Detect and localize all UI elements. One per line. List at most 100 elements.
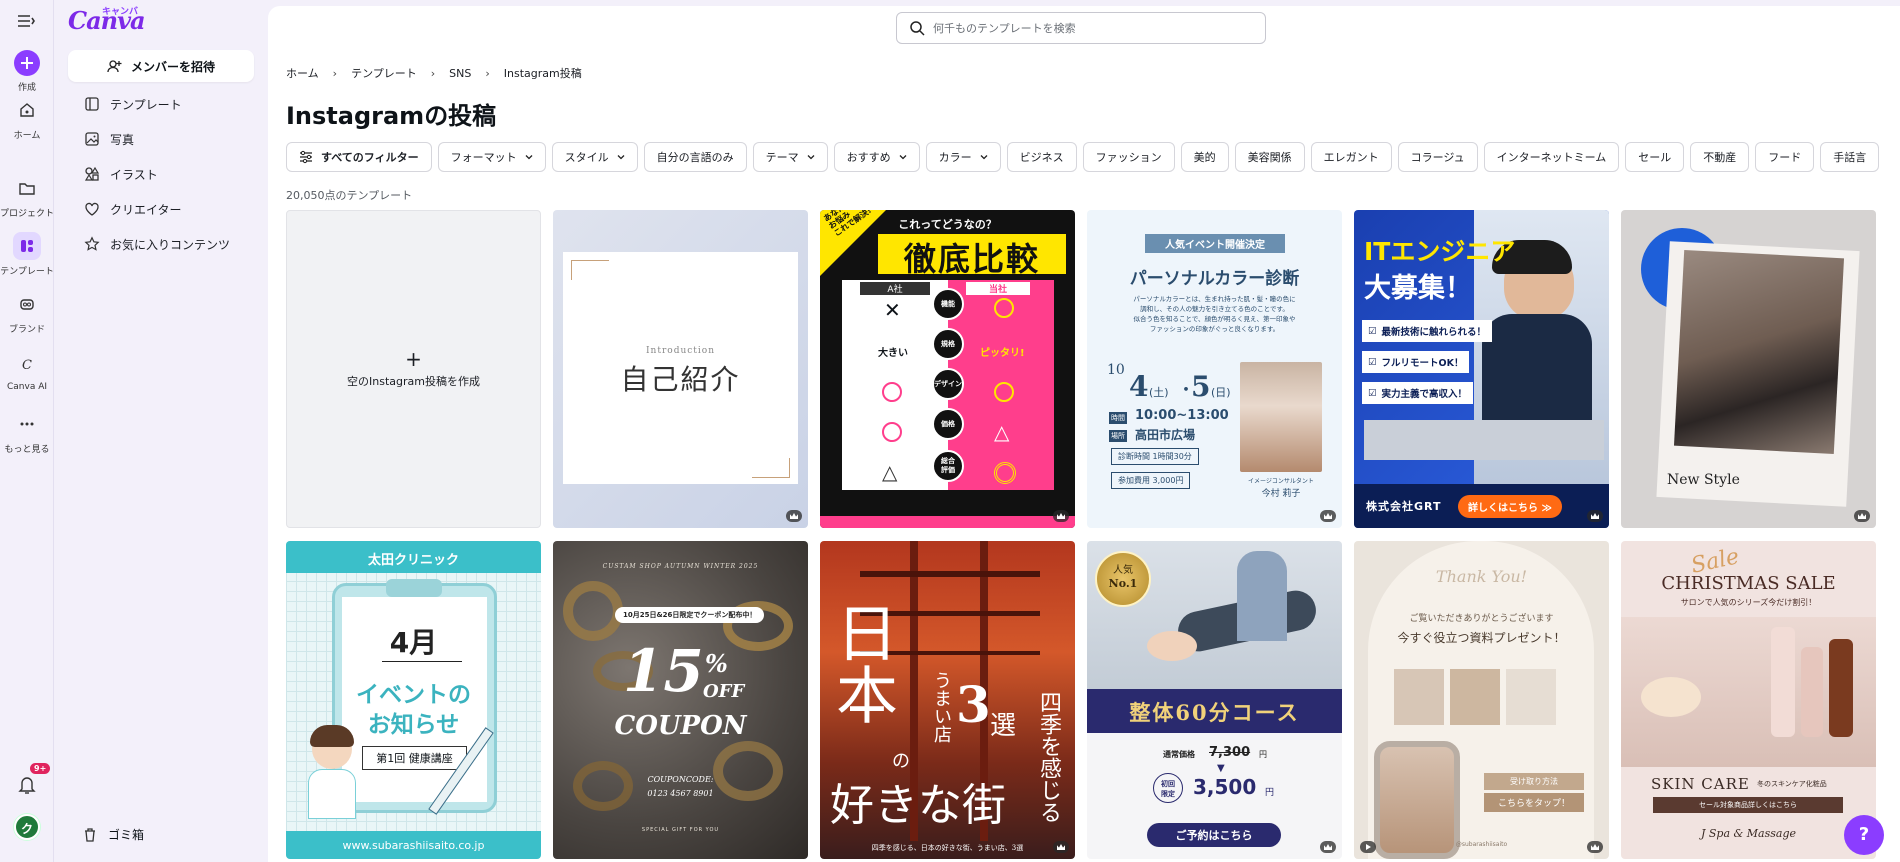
- rail-home[interactable]: ホーム: [0, 96, 54, 141]
- filter-chip[interactable]: スタイル: [551, 142, 638, 172]
- sidebar-toggle-icon[interactable]: [16, 12, 36, 30]
- canva-logo[interactable]: Canva キャンバ: [68, 6, 146, 35]
- template-card-coupon[interactable]: CUSTAM SHOP AUTUMN WINTER 2025 10月25日&26…: [553, 541, 808, 859]
- chevron-right-icon: ›: [332, 66, 338, 80]
- filter-chip[interactable]: ビジネス: [1006, 142, 1077, 172]
- premium-crown-icon: [1320, 841, 1336, 853]
- breadcrumb-templates[interactable]: テンプレート: [351, 65, 417, 81]
- chevron-down-icon: [525, 155, 533, 160]
- filter-chip[interactable]: 美的: [1180, 142, 1229, 172]
- template-card-it-engineer[interactable]: ITエンジニア 大募集！ ☑ 最新技術に触れられる！ ☑ フルリモートOK！ ☑ 実力主義…: [1354, 210, 1609, 528]
- help-button[interactable]: ?: [1844, 815, 1884, 855]
- rail-more[interactable]: もっと見る: [0, 410, 54, 455]
- premium-crown-icon: [1587, 841, 1603, 853]
- canva-ai-icon: C: [13, 350, 41, 378]
- premium-crown-icon: [1587, 510, 1603, 522]
- nav-favorites[interactable]: お気に入りコンテンツ: [84, 234, 230, 254]
- checklist-item: ☑ 最新技術に触れられる！: [1362, 320, 1493, 342]
- template-card-personal-color[interactable]: 人気イベント開催決定 パーソナルカラー診断 パーソナルカラーとは、生まれ持った肌…: [1087, 210, 1342, 528]
- filter-chip[interactable]: おすすめ: [833, 142, 920, 172]
- brand-icon: [13, 290, 41, 318]
- nav-illustrations[interactable]: イラスト: [84, 164, 158, 184]
- template-card-self-intro[interactable]: Introduction 自己紹介: [553, 210, 808, 528]
- all-filters-button[interactable]: すべてのフィルター: [286, 142, 432, 172]
- heart-star-icon: [85, 202, 99, 216]
- rail-templates[interactable]: テンプレート: [0, 232, 54, 277]
- star-icon: [84, 236, 100, 251]
- nav-creators[interactable]: クリエイター: [84, 199, 182, 219]
- create-label: 作成: [17, 83, 36, 93]
- avatar[interactable]: ク: [14, 814, 40, 840]
- checklist-item: ☑ 実力主義で高収入！: [1362, 382, 1474, 404]
- filter-chip[interactable]: コラージュ: [1397, 142, 1478, 172]
- template-card-thank-you[interactable]: Thank You! ご覧いただきありがとうございます 今すぐ役立つ資料プレゼン…: [1354, 541, 1609, 859]
- comparison-row-label: 価格: [932, 408, 964, 440]
- comparison-row-label: 規格: [932, 328, 964, 360]
- home-icon: [13, 96, 41, 124]
- template-count: 20,050点のテンプレート: [286, 189, 413, 202]
- chevron-down-icon: [617, 155, 625, 160]
- checkbox-icon: ☑: [1368, 356, 1377, 368]
- add-user-icon: [107, 60, 122, 73]
- template-card-japan-town[interactable]: 日本 の 好きな街 うまい店 3 選 四季を感じる 四季を感じる、日本の好きな街…: [820, 541, 1075, 859]
- comparison-row-label: デザイン: [932, 368, 964, 400]
- trash-icon: [85, 827, 95, 842]
- nav-photos[interactable]: 写真: [84, 129, 134, 149]
- premium-crown-icon: [1320, 510, 1336, 522]
- chevron-down-icon: [899, 155, 907, 160]
- more-dots-icon: [13, 410, 41, 438]
- search-input[interactable]: 何千ものテンプレートを検索: [896, 12, 1266, 44]
- filter-chip[interactable]: エレガント: [1310, 142, 1392, 172]
- create-blank-card[interactable]: + 空のInstagram投稿を作成: [286, 210, 541, 528]
- nav-templates[interactable]: テンプレート: [84, 94, 182, 114]
- svg-text:C: C: [22, 358, 32, 373]
- rail-canva-ai[interactable]: C Canva AI: [0, 350, 54, 392]
- photo-icon: [85, 132, 99, 146]
- template-card-seitai[interactable]: 人気 No.1 整体60分コース 通常価格 7,300 円 ▼ 初回 限定 3,…: [1087, 541, 1342, 859]
- breadcrumb: ホーム › テンプレート › SNS › Instagram投稿: [286, 65, 582, 81]
- template-card-new-style[interactable]: New Style: [1621, 210, 1876, 528]
- filter-chip[interactable]: カラー: [925, 142, 1001, 172]
- folder-icon: [13, 174, 41, 202]
- template-card-christmas-sale[interactable]: Sale CHRISTMAS SALE サロンで人気のシリーズ今だけ割引！ SK…: [1621, 541, 1876, 859]
- filter-chip[interactable]: フォーマット: [437, 142, 546, 172]
- filter-chip[interactable]: フード: [1755, 142, 1815, 172]
- create-button[interactable]: 作成: [0, 50, 54, 93]
- checkbox-icon: ☑: [1368, 387, 1377, 399]
- invite-members-button[interactable]: メンバーを招待: [68, 50, 254, 82]
- filter-chip[interactable]: ファッション: [1082, 142, 1175, 172]
- filter-chip[interactable]: 手話言: [1820, 142, 1880, 172]
- nav-trash[interactable]: ゴミ箱: [82, 826, 144, 843]
- template-card-clinic-event[interactable]: 太田クリニック 4月 イベントの お知らせ 第1回 健康講座 www.subar…: [286, 541, 541, 859]
- notification-bell-icon[interactable]: [14, 772, 40, 798]
- breadcrumb-home[interactable]: ホーム: [286, 65, 319, 81]
- filter-chip[interactable]: 不動産: [1690, 142, 1750, 172]
- filter-chip[interactable]: テーマ: [752, 142, 828, 172]
- filter-chip[interactable]: 自分の言語のみ: [643, 142, 747, 172]
- chevron-down-icon: [980, 155, 988, 160]
- shapes-icon: [84, 166, 100, 181]
- checkbox-icon: ☑: [1368, 325, 1377, 337]
- premium-crown-icon: [1053, 841, 1069, 853]
- template-card-comparison[interactable]: あなたの お悩み これで解決! これってどうなの？ 徹底比較 A社 当社 ✕ 大…: [820, 210, 1075, 528]
- notification-badge: 9+: [30, 763, 51, 774]
- plus-icon: +: [405, 347, 422, 371]
- side-rail: 作成 ホーム プロジェクト テンプレート ブランド C Canva AI もっと…: [0, 0, 54, 862]
- chevron-right-icon: ›: [430, 66, 436, 80]
- video-play-icon: [1360, 841, 1376, 853]
- layout-icon: [85, 97, 99, 111]
- left-panel: Canva キャンバ メンバーを招待 テンプレート 写真 イラスト クリエイター…: [54, 0, 266, 862]
- main-content: 何千ものテンプレートを検索 ホーム › テンプレート › SNS › Instagra…: [268, 6, 1900, 862]
- rail-projects[interactable]: プロジェクト: [0, 174, 54, 219]
- filter-chip[interactable]: セール: [1625, 142, 1685, 172]
- premium-crown-icon: [1854, 510, 1870, 522]
- breadcrumb-sns[interactable]: SNS: [449, 67, 471, 80]
- model-photo: [1240, 362, 1322, 472]
- templates-icon: [13, 232, 41, 260]
- plus-icon: [14, 50, 40, 76]
- filter-chip[interactable]: 美容関係: [1234, 142, 1305, 172]
- breadcrumb-current: Instagram投稿: [503, 67, 582, 80]
- rail-brand[interactable]: ブランド: [0, 290, 54, 335]
- filter-chip[interactable]: インターネットミーム: [1483, 142, 1620, 172]
- chevron-down-icon: [807, 155, 815, 160]
